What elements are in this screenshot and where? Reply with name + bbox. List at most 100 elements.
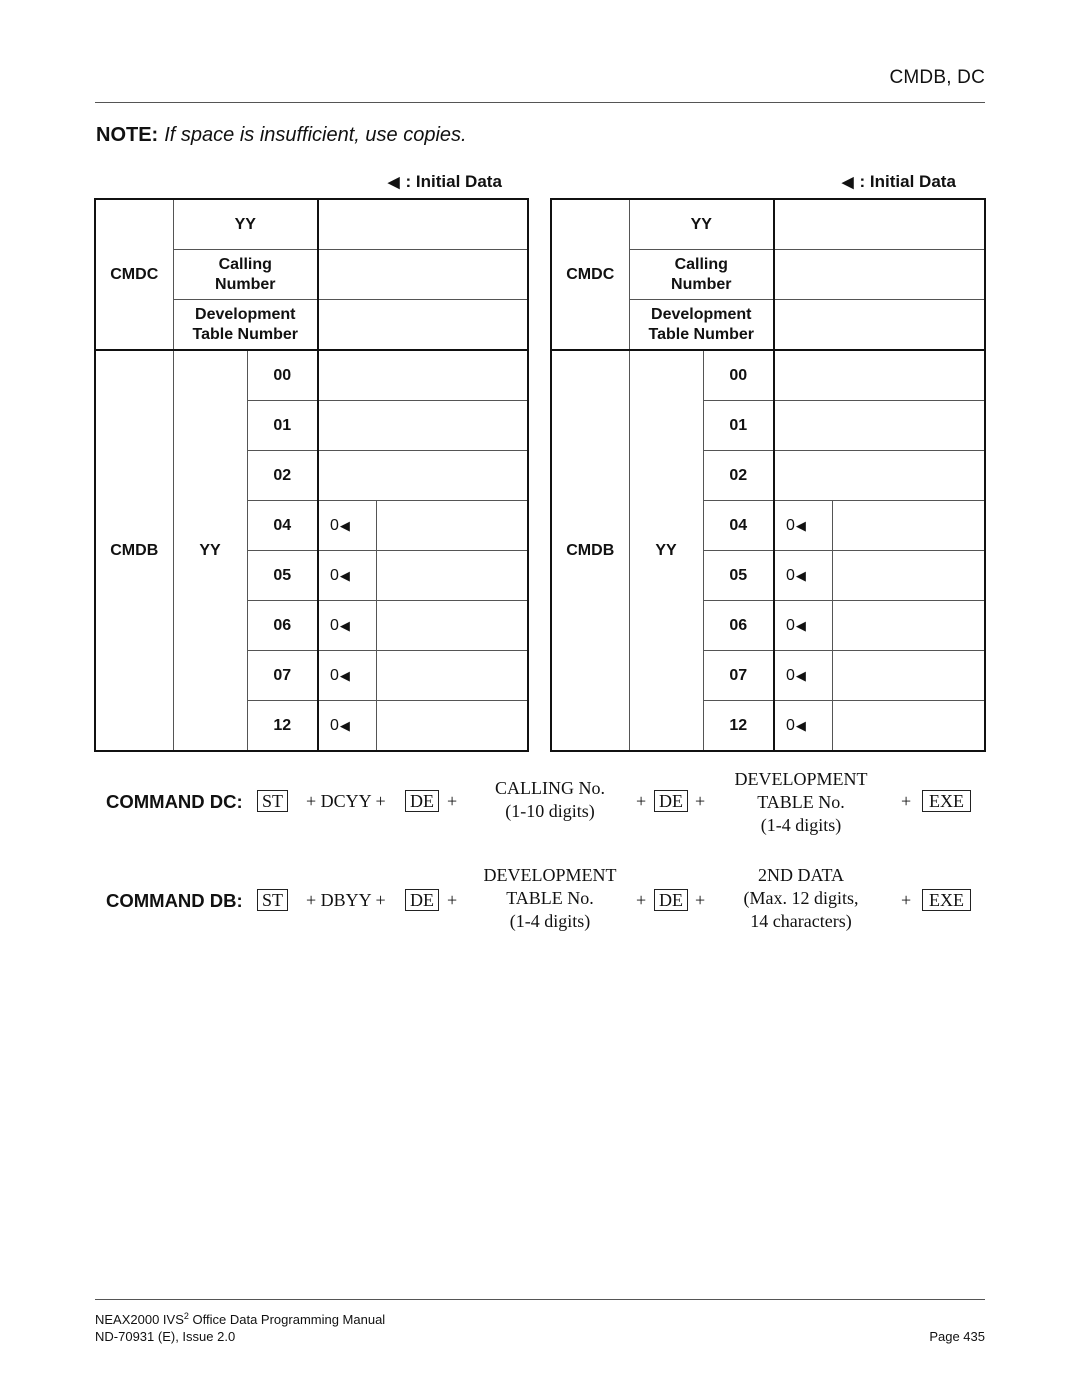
page-number: Page 435	[929, 1329, 985, 1344]
initial-data-marker-icon: ◀	[795, 667, 806, 683]
yy-value-input[interactable]	[773, 450, 986, 501]
initial-data-marker-icon: ◀	[795, 517, 806, 533]
document-number: ND-70931 (E), Issue 2.0	[95, 1329, 236, 1344]
yy-value-input[interactable]	[831, 600, 986, 651]
st-key: ST	[257, 790, 289, 812]
plus-sign: +	[695, 890, 706, 910]
initial-value: 0◀	[773, 550, 833, 601]
data-sheet-table-left: CMDC YY Calling Number Development Table…	[94, 198, 529, 752]
legend-label: : Initial Data	[405, 172, 502, 191]
command-dc-label: COMMAND DC:	[106, 791, 243, 812]
de-key: DE	[405, 790, 439, 812]
command-code: + DBYY +	[306, 890, 386, 910]
yy-value-input[interactable]	[375, 700, 529, 752]
initial-data-marker-icon: ◀	[795, 717, 806, 733]
yy-value-input[interactable]	[317, 400, 529, 451]
yy-value-input[interactable]	[375, 550, 529, 601]
second-data-param: 2ND DATA (Max. 12 digits, 14 characters)	[743, 865, 859, 931]
yy-code: 07	[246, 650, 319, 701]
yy-code: 12	[246, 700, 319, 752]
yy-value-input[interactable]	[773, 349, 986, 401]
plus-sign: +	[447, 890, 458, 910]
initial-value: 0◀	[317, 500, 377, 551]
field-input-development-table-number[interactable]	[773, 299, 986, 351]
yy-code: 02	[246, 450, 319, 501]
initial-data-marker-icon: ◀	[795, 617, 806, 633]
initial-value: 0◀	[773, 650, 833, 701]
initial-data-marker-icon: ◀	[339, 617, 350, 633]
field-input-calling-number[interactable]	[317, 249, 529, 300]
yy-value-input[interactable]	[831, 700, 986, 752]
header-divider	[95, 102, 985, 103]
field-label-yy: YY	[628, 198, 775, 250]
footer-left: NEAX2000 IVS2 Office Data Programming Ma…	[95, 1311, 385, 1345]
yy-value-input[interactable]	[773, 400, 986, 451]
field-input-calling-number[interactable]	[773, 249, 986, 300]
st-key: ST	[257, 889, 289, 911]
plus-sign: +	[901, 791, 912, 811]
calling-number-param: CALLING No. (1-10 digits)	[495, 778, 605, 821]
cmdb-label: CMDB	[94, 349, 174, 752]
initial-value: 0◀	[317, 700, 377, 752]
yy-code: 12	[702, 700, 775, 752]
initial-data-marker-icon: ◀	[795, 567, 806, 583]
plus-sign: +	[695, 791, 706, 811]
yy-value-input[interactable]	[831, 550, 986, 601]
initial-data-legend-right: ◀ : Initial Data	[842, 172, 956, 192]
plus-sign: +	[901, 890, 912, 910]
exe-key: EXE	[922, 889, 971, 911]
yy-code: 05	[702, 550, 775, 601]
exe-key: EXE	[922, 790, 971, 812]
yy-value-input[interactable]	[831, 650, 986, 701]
initial-value: 0◀	[317, 550, 377, 601]
command-code: + DCYY +	[306, 791, 386, 811]
yy-value-input[interactable]	[375, 650, 529, 701]
initial-data-marker-icon: ◀	[339, 667, 350, 683]
plus-sign: +	[636, 791, 647, 811]
yy-value-input[interactable]	[375, 500, 529, 551]
field-label-development-table-number: Development Table Number	[628, 299, 775, 351]
plus-sign: +	[447, 791, 458, 811]
initial-data-marker-icon: ◀	[842, 174, 854, 191]
plus-sign: +	[636, 890, 647, 910]
initial-data-marker-icon: ◀	[388, 174, 400, 191]
manual-title: NEAX2000 IVS2 Office Data Programming Ma…	[95, 1311, 386, 1328]
yy-code: 01	[702, 400, 775, 451]
field-label-calling-number: Calling Number	[628, 249, 775, 300]
field-label-yy: YY	[172, 198, 319, 250]
yy-value-input[interactable]	[317, 450, 529, 501]
yy-code: 07	[702, 650, 775, 701]
de-key: DE	[654, 790, 688, 812]
yy-value-input[interactable]	[831, 500, 986, 551]
yy-code: 04	[246, 500, 319, 551]
field-input-development-table-number[interactable]	[317, 299, 529, 351]
section-title: CMDB, DC	[889, 67, 985, 88]
initial-data-marker-icon: ◀	[339, 567, 350, 583]
yy-value-input[interactable]	[375, 600, 529, 651]
yy-code: 02	[702, 450, 775, 501]
initial-value: 0◀	[773, 700, 833, 752]
command-db-label: COMMAND DB:	[106, 890, 243, 911]
initial-value: 0◀	[773, 500, 833, 551]
cmdb-param-yy: YY	[628, 349, 704, 752]
data-sheet-table-right: CMDC YY Calling Number Development Table…	[550, 198, 986, 752]
yy-code: 01	[246, 400, 319, 451]
field-input-yy[interactable]	[773, 198, 986, 250]
note-text: If space is insufficient, use copies.	[164, 124, 467, 146]
yy-code: 04	[702, 500, 775, 551]
cmdb-label: CMDB	[550, 349, 630, 752]
legend-label: : Initial Data	[859, 172, 956, 191]
initial-value: 0◀	[317, 650, 377, 701]
yy-code: 06	[702, 600, 775, 651]
field-input-yy[interactable]	[317, 198, 529, 250]
note-label: NOTE:	[96, 124, 159, 146]
initial-value: 0◀	[773, 600, 833, 651]
field-label-calling-number: Calling Number	[172, 249, 319, 300]
footer-divider	[95, 1299, 985, 1300]
yy-code: 00	[246, 349, 319, 401]
yy-code: 00	[702, 349, 775, 401]
initial-value: 0◀	[317, 600, 377, 651]
yy-value-input[interactable]	[317, 349, 529, 401]
development-table-param: DEVELOPMENT TABLE No. (1-4 digits)	[483, 865, 617, 931]
development-table-param: DEVELOPMENT TABLE No. (1-4 digits)	[734, 769, 868, 835]
